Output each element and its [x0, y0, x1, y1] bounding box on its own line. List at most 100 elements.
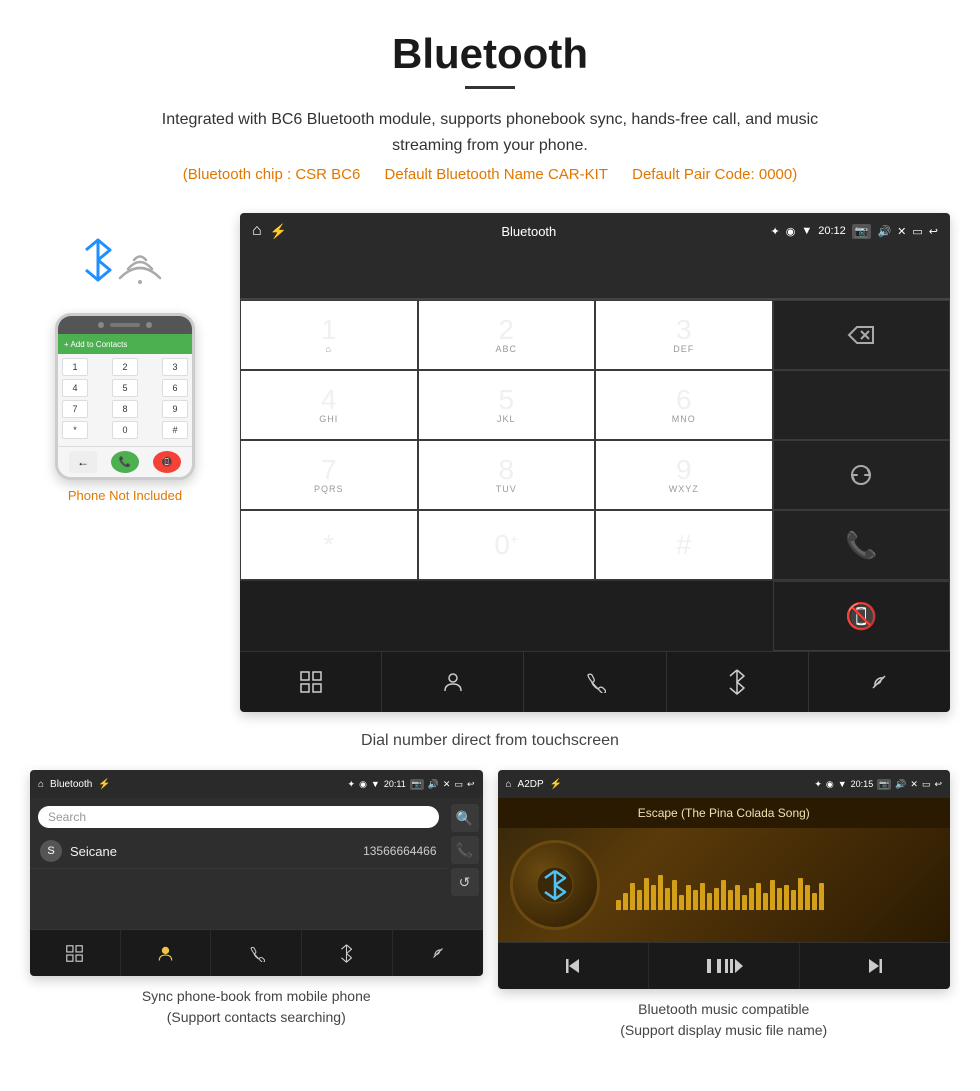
dial-key-0[interactable]: 0+ — [418, 510, 596, 580]
contacts-btn-grid[interactable] — [30, 930, 121, 976]
dial-key-9[interactable]: 9 WXYZ — [595, 440, 773, 510]
volume-icon: 🔊 — [877, 225, 891, 238]
phone-add-contacts-bar: + Add to Contacts — [58, 334, 192, 354]
signal-icon: ▼ — [801, 225, 812, 237]
eq-bar — [644, 878, 649, 911]
song-title-bar: Escape (The Pina Colada Song) — [498, 798, 951, 828]
eq-bar — [637, 890, 642, 910]
contacts-btn-person[interactable] — [121, 930, 212, 976]
eq-bar — [686, 885, 691, 910]
side-call-icon[interactable]: 📞 — [451, 836, 479, 864]
dial-key-star[interactable]: * — [240, 510, 418, 580]
search-bar[interactable]: Search — [38, 806, 439, 828]
eq-bar — [721, 880, 726, 910]
contacts-usb-icon: ⚡ — [98, 779, 110, 790]
dial-key-2[interactable]: 2 ABC — [418, 300, 596, 370]
music-home-icon: ⌂ — [506, 779, 512, 790]
phone-btn-end: 📵 — [153, 451, 181, 473]
eq-bar — [819, 883, 824, 911]
phone-key-5: 5 — [112, 379, 138, 397]
eq-bar — [616, 900, 621, 910]
music-vol-icon: 🔊 — [895, 779, 906, 790]
contacts-home-icon: ⌂ — [38, 779, 44, 790]
dial-key-hash[interactable]: # — [595, 510, 773, 580]
statusbar-right: ✦ ◉ ▼ 20:12 📷 🔊 ✕ ▭ ↩ — [770, 224, 938, 239]
phone-speaker — [110, 323, 140, 327]
eq-bar — [742, 895, 747, 910]
contact-letter: S — [40, 840, 62, 862]
side-refresh-icon[interactable]: ↺ — [451, 868, 479, 896]
search-placeholder-text: Search — [48, 810, 86, 824]
contacts-screen: ⌂ Bluetooth ⚡ ✦ ◉ ▼ 20:11 📷 🔊 ✕ ▭ ↩ — [30, 770, 483, 976]
music-time: 20:15 — [851, 779, 874, 789]
dial-key-refresh[interactable] — [773, 440, 951, 510]
dial-key-4[interactable]: 4 GHI — [240, 370, 418, 440]
phone-icon — [584, 671, 606, 693]
music-usb-icon: ⚡ — [550, 779, 562, 790]
eq-bar — [798, 878, 803, 911]
dial-key-5[interactable]: 5 JKL — [418, 370, 596, 440]
eq-bar — [784, 885, 789, 910]
eq-bar — [756, 883, 761, 911]
contacts-win-icon: ▭ — [454, 779, 463, 790]
music-next-btn[interactable] — [800, 943, 950, 989]
eq-bar — [630, 883, 635, 911]
phone-key-0: 0 — [112, 421, 138, 439]
dial-key-7[interactable]: 7 PQRS — [240, 440, 418, 510]
dial-key-call-red[interactable]: 📵 — [773, 581, 951, 651]
dial-key-1[interactable]: 1 ⌂ — [240, 300, 418, 370]
link-icon — [867, 670, 891, 694]
music-caption-line2: (Support display music file name) — [620, 1022, 827, 1038]
bottom-btn-bluetooth[interactable] — [667, 652, 809, 712]
close-icon: ✕ — [897, 225, 906, 238]
eq-bar — [700, 883, 705, 911]
contacts-screen-block: ⌂ Bluetooth ⚡ ✦ ◉ ▼ 20:11 📷 🔊 ✕ ▭ ↩ — [30, 770, 483, 1041]
eq-bar — [665, 888, 670, 911]
music-camera-icon: 📷 — [877, 779, 891, 790]
usb-icon: ⚡ — [270, 223, 287, 240]
eq-bar — [770, 880, 775, 910]
dial-key-6[interactable]: 6 MNO — [595, 370, 773, 440]
music-statusbar-left: ⌂ A2DP ⚡ — [506, 779, 563, 790]
music-statusbar: ⌂ A2DP ⚡ ✦ ◉ ▼ 20:15 📷 🔊 ✕ ▭ ↩ — [498, 770, 951, 798]
contacts-caption: Sync phone-book from mobile phone (Suppo… — [142, 986, 371, 1028]
eq-bar — [693, 890, 698, 910]
description-text: Integrated with BC6 Bluetooth module, su… — [140, 107, 840, 158]
phone-key-1: 1 — [62, 358, 88, 376]
side-search-icon[interactable]: 🔍 — [451, 804, 479, 832]
phone-keypad-row-3: 7 8 9 — [62, 400, 188, 418]
bottom-btn-call[interactable] — [524, 652, 666, 712]
contacts-statusbar-right: ✦ ◉ ▼ 20:11 📷 🔊 ✕ ▭ ↩ — [348, 779, 475, 790]
dial-key-backspace[interactable] — [773, 300, 951, 370]
contacts-list-area: Search S Seicane 13566664466 — [30, 798, 447, 929]
name-spec: Default Bluetooth Name CAR-KIT — [385, 166, 608, 183]
contacts-btn-link[interactable] — [393, 930, 483, 976]
eq-bar — [777, 888, 782, 911]
contact-row[interactable]: S Seicane 13566664466 — [30, 834, 447, 869]
bottom-btn-link[interactable] — [809, 652, 950, 712]
dial-key-call-green[interactable]: 📞 — [773, 510, 951, 580]
contacts-time: 20:11 — [384, 779, 406, 789]
dial-key-8[interactable]: 8 TUV — [418, 440, 596, 510]
contacts-btn-bt[interactable] — [302, 930, 393, 976]
phone-top-bar — [58, 316, 192, 334]
phone-illustration: + Add to Contacts 1 2 3 4 5 6 7 8 9 — [30, 213, 220, 503]
phone-btn-call: 📞 — [111, 451, 139, 473]
bt-wifi-area — [80, 233, 170, 303]
bottom-btn-contacts[interactable] — [382, 652, 524, 712]
dial-key-3[interactable]: 3 DEF — [595, 300, 773, 370]
contacts-btn-call[interactable] — [211, 930, 302, 976]
pair-code-spec: Default Pair Code: 0000) — [632, 166, 797, 183]
dialpad-grid[interactable]: 1 ⌂ 2 ABC 3 DEF 4 GHI — [240, 299, 950, 580]
bluetooth-nav-icon — [728, 669, 746, 695]
music-screen-block: ⌂ A2DP ⚡ ✦ ◉ ▼ 20:15 📷 🔊 ✕ ▭ ↩ — [498, 770, 951, 1041]
window-icon: ▭ — [912, 225, 922, 238]
phone-keypad-row-4: * 0 # — [62, 421, 188, 439]
music-play-btn[interactable] — [649, 943, 800, 989]
bluetooth-icon — [80, 238, 116, 288]
music-caption-line1: Bluetooth music compatible — [638, 1001, 809, 1017]
music-prev-btn[interactable] — [498, 943, 649, 989]
contact-number: 13566664466 — [363, 844, 436, 858]
eq-bar — [658, 875, 663, 910]
bottom-btn-grid[interactable] — [240, 652, 382, 712]
